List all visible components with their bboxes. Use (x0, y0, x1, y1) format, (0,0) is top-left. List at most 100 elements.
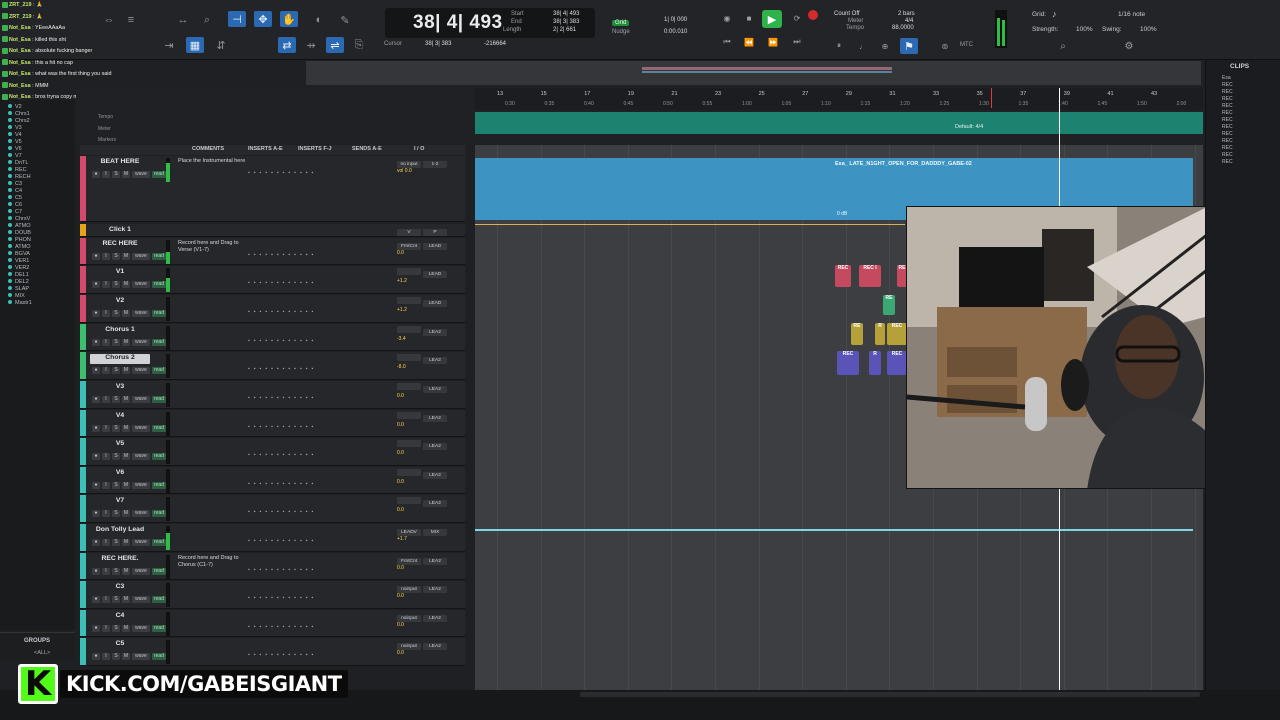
mute-button[interactable]: M (122, 539, 130, 546)
sync-icon[interactable]: ⊚ (938, 40, 952, 52)
view-selector[interactable]: wave (132, 510, 150, 517)
tracklist-item[interactable]: DnTL (8, 160, 28, 167)
track-volume[interactable]: 0.0 (397, 650, 455, 656)
input-monitor-button[interactable]: I (102, 596, 110, 603)
solo-button[interactable]: S (112, 281, 120, 288)
track-show-icon[interactable] (8, 279, 12, 283)
mute-button[interactable]: M (122, 253, 130, 260)
track-show-icon[interactable] (8, 111, 12, 115)
input-selector[interactable]: noinput (397, 586, 421, 593)
mute-button[interactable]: M (122, 310, 130, 317)
track-name[interactable]: V2 (90, 297, 150, 307)
automation-mode[interactable]: read (152, 568, 166, 575)
input-selector[interactable]: FrntCnt (397, 558, 421, 565)
track-show-icon[interactable] (8, 132, 12, 136)
track-volume[interactable]: 0.0 (397, 479, 455, 485)
track-show-icon[interactable] (8, 293, 12, 297)
grabber-tool-icon[interactable]: ✋ (280, 11, 298, 27)
input-selector[interactable]: noinput (397, 615, 421, 622)
rec-arm-button[interactable]: ● (92, 625, 100, 632)
automation-mode[interactable]: read (152, 596, 166, 603)
automation-mode[interactable]: read (152, 539, 166, 546)
track-name[interactable]: C3 (90, 583, 150, 593)
grid-value[interactable]: 1| 0| 000 (664, 17, 687, 23)
insert-slots[interactable]: ▪▪▪▪▪▪▪▪▪▪▪▪ (248, 338, 317, 344)
mute-button[interactable]: M (122, 453, 130, 460)
solo-button[interactable]: S (112, 596, 120, 603)
clip-list-item[interactable]: REC (1222, 82, 1233, 88)
input-monitor-button[interactable]: I (102, 253, 110, 260)
track-show-icon[interactable] (8, 167, 12, 171)
track-show-icon[interactable] (8, 160, 12, 164)
output-selector[interactable]: LEA2 (423, 443, 447, 450)
track-header[interactable]: Click 1 VP (80, 224, 465, 237)
rec-arm-button[interactable]: ● (92, 596, 100, 603)
input-monitor-button[interactable]: I (102, 425, 110, 432)
online-icon[interactable]: ◉ (720, 12, 734, 24)
automation-mode[interactable]: read (152, 171, 166, 178)
tracklist-item[interactable]: PHON (8, 237, 31, 244)
search-icon[interactable]: ⌕ (1056, 40, 1070, 52)
output-selector[interactable]: LEA2 (423, 500, 447, 507)
loop-icon[interactable]: ⟳ (790, 12, 804, 24)
solo-button[interactable]: S (112, 510, 120, 517)
track-comment[interactable]: Record here and Drag to Verse (V1-7) (178, 240, 248, 254)
pencil-tool-icon[interactable]: ✎ (336, 12, 354, 28)
automation-mode[interactable]: read (152, 396, 166, 403)
automation-mode[interactable]: read (152, 310, 166, 317)
input-selector[interactable] (397, 354, 421, 361)
solo-button[interactable]: S (112, 482, 120, 489)
rec-arm-button[interactable]: ● (92, 310, 100, 317)
input-selector[interactable] (397, 412, 421, 419)
tracklist-item[interactable]: V3 (8, 125, 22, 132)
rec-clip[interactable]: REC I (859, 265, 881, 287)
clip-list-item[interactable]: Esa (1222, 75, 1231, 81)
track-name[interactable]: V6 (90, 469, 150, 479)
track-volume[interactable]: 0.0 (397, 507, 455, 513)
track-volume[interactable]: 0.0 (397, 565, 455, 571)
output-selector[interactable]: LEA2 (423, 643, 447, 650)
track-header[interactable]: REC HERE. ● I S Mwave read ▪▪▪▪▪▪▪▪▪▪▪▪ Record … (80, 553, 465, 580)
link-icon[interactable]: ⇄ (278, 37, 296, 53)
track-show-icon[interactable] (8, 251, 12, 255)
track-name[interactable]: V1 (90, 268, 150, 278)
input-selector[interactable]: noinput (397, 643, 421, 650)
input-monitor-button[interactable]: I (102, 310, 110, 317)
solo-button[interactable]: S (112, 310, 120, 317)
view-selector[interactable]: wave (132, 339, 150, 346)
midi-merge-icon[interactable]: ⊕ (878, 40, 892, 52)
bars-beats-ruler[interactable]: 13 15 17 19 21 23 25 27 29 31 33 35 37 39 41 43 0:30 0:35… (475, 88, 1203, 110)
strength-value[interactable]: 100% (1076, 26, 1093, 33)
solo-button[interactable]: S (112, 653, 120, 660)
tracklist-item[interactable]: C6 (8, 202, 22, 209)
output-selector[interactable]: LEAD (423, 243, 447, 250)
zoomer-icon[interactable]: ⌕ (198, 12, 216, 28)
tracklist-item[interactable]: C7 (8, 209, 22, 216)
zoom-mode-icon[interactable]: ⇔ (100, 12, 118, 28)
clip-list-item[interactable]: REC (1222, 103, 1233, 109)
track-show-icon[interactable] (8, 209, 12, 213)
tempo-value[interactable]: 88.0000 (892, 25, 914, 31)
track-header[interactable]: Chorus 2 ● I S Mwave read ▪▪▪▪▪▪▪▪▪▪▪▪ LEA2 -8.0 (80, 352, 465, 380)
main-counter[interactable]: 38| 4| 493 Start End Length 38| 4| 493 3… (385, 8, 595, 38)
clip-list-item[interactable]: REC (1222, 152, 1233, 158)
output-selector[interactable]: LEA2 (423, 386, 447, 393)
track-header[interactable]: Don Tolly Lead ● I S Mwave read ▪▪▪▪▪▪▪▪▪▪▪▪ LE… (80, 524, 465, 552)
output-selector[interactable]: LEA2 (423, 357, 447, 364)
clip-list-item[interactable]: REC (1222, 96, 1233, 102)
view-selector[interactable]: wave (132, 310, 150, 317)
output-selector[interactable]: LEA2 (423, 586, 447, 593)
automation-mode[interactable]: read (152, 453, 166, 460)
nudge-value[interactable]: 0:00.010 (664, 29, 687, 35)
rec-arm-button[interactable]: ● (92, 425, 100, 432)
shuffle-icon[interactable]: ↔ (174, 12, 192, 28)
tracklist-item[interactable]: VER1 (8, 258, 29, 265)
clip-list-item[interactable]: REC (1222, 89, 1233, 95)
tracklist-item[interactable]: MIX (8, 293, 25, 300)
mirror-icon[interactable]: ⇌ (326, 37, 344, 53)
output-selector[interactable]: MIX (423, 529, 447, 536)
play-button[interactable]: ▶ (762, 10, 782, 28)
rec-arm-button[interactable]: ● (92, 171, 100, 178)
input-monitor-button[interactable]: I (102, 539, 110, 546)
count-off-bars[interactable]: 2 bars (898, 11, 915, 17)
